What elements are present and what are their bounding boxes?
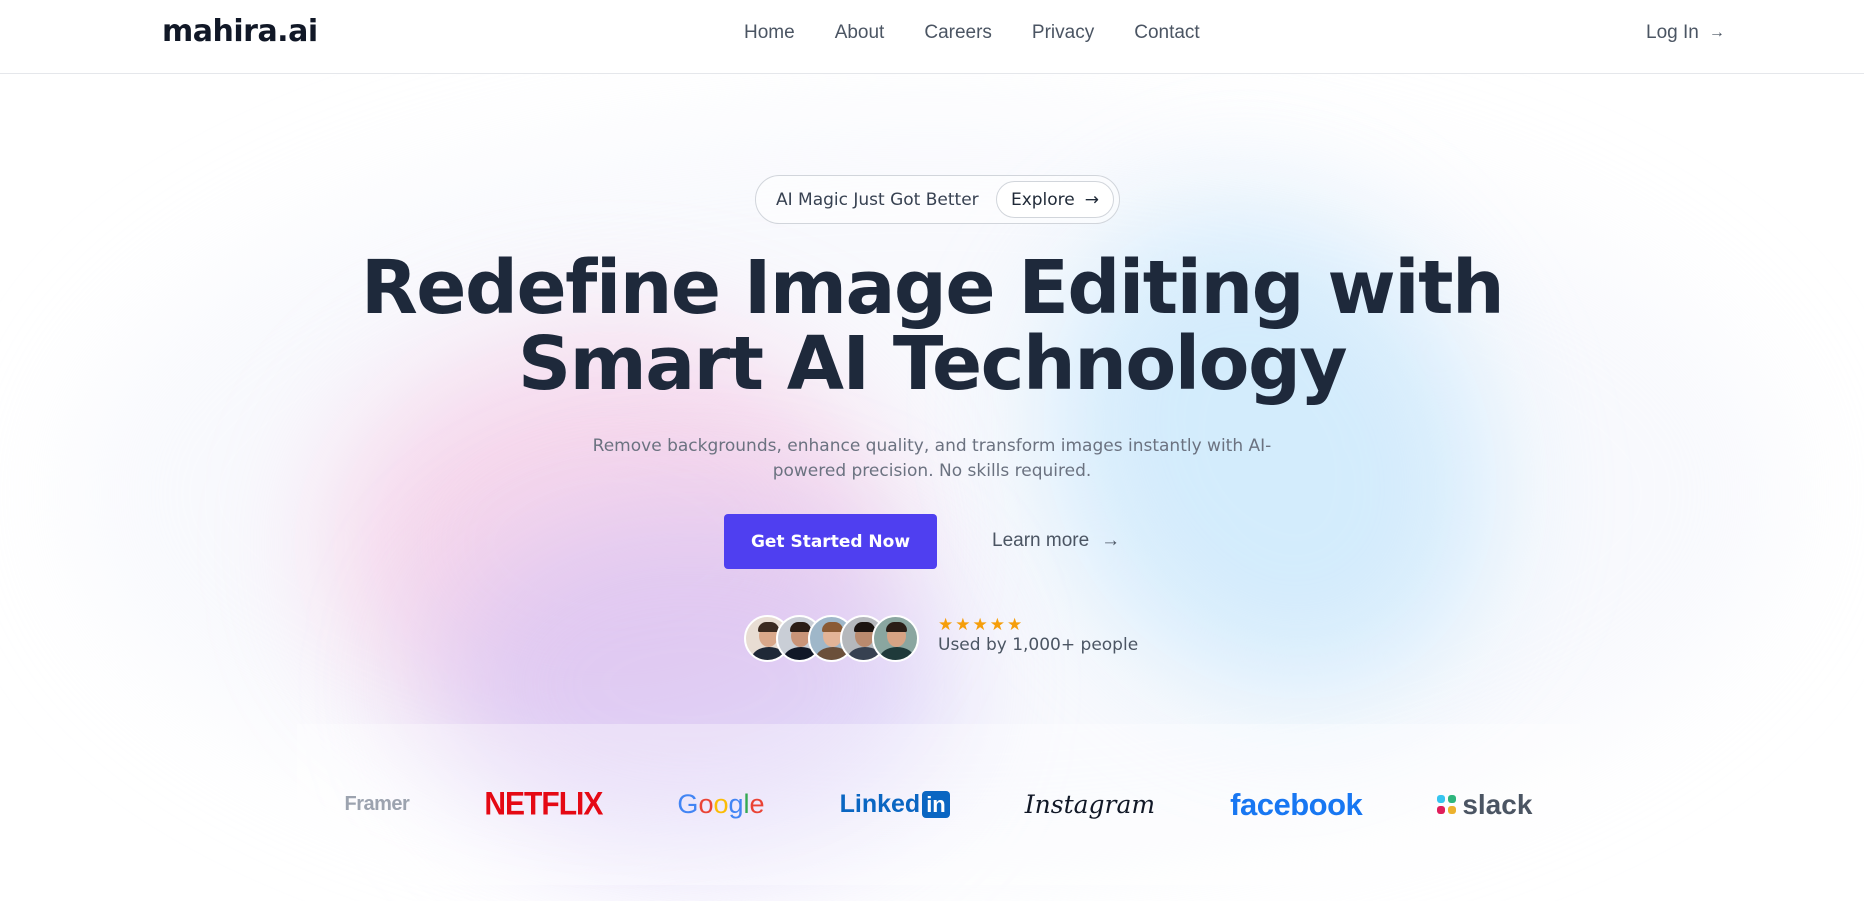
nav-contact[interactable]: Contact xyxy=(1134,22,1199,44)
learn-more-link[interactable]: Learn more → xyxy=(992,530,1120,552)
nav-privacy[interactable]: Privacy xyxy=(1032,22,1094,44)
login-button[interactable]: Log In → xyxy=(1646,22,1725,44)
instagram-logo: Instagram xyxy=(1024,790,1156,819)
get-started-button[interactable]: Get Started Now xyxy=(724,514,937,569)
linkedin-logo: Linked in xyxy=(840,790,950,819)
explore-label: Explore xyxy=(1010,189,1075,210)
facebook-logo: facebook xyxy=(1230,786,1363,822)
avatar xyxy=(872,615,919,662)
announcement-badge: AI Magic Just Got Better Explore → xyxy=(755,175,1120,224)
google-logo: Google xyxy=(677,789,765,819)
explore-button[interactable]: Explore → xyxy=(996,181,1114,218)
user-avatars xyxy=(744,615,919,662)
hero-title-line-2: Smart AI Technology xyxy=(517,321,1348,407)
arrow-right-icon: → xyxy=(1101,530,1121,551)
arrow-right-icon: → xyxy=(1084,189,1100,210)
learn-more-label: Learn more xyxy=(992,530,1090,551)
hero-subtitle: Remove backgrounds, enhance quality, and… xyxy=(592,436,1272,481)
arrow-right-icon: → xyxy=(1708,24,1725,41)
framer-logo: Framer xyxy=(344,793,410,815)
brand-logos-strip: Framer NETFLIX Google Linked in Instagram… xyxy=(297,724,1580,885)
nav-home[interactable]: Home xyxy=(744,22,795,44)
social-proof-text: Used by 1,000+ people xyxy=(938,635,1139,655)
site-logo[interactable]: mahira.ai xyxy=(162,14,318,49)
main-nav: Home About Careers Privacy Contact xyxy=(744,22,1200,44)
nav-about[interactable]: About xyxy=(835,22,885,44)
badge-text: AI Magic Just Got Better xyxy=(776,189,979,210)
hero-title: Redefine Image Editing with Smart AI Tec… xyxy=(0,250,1864,402)
slack-icon xyxy=(1437,795,1457,814)
netflix-logo: NETFLIX xyxy=(484,786,603,822)
star-rating-icon: ★★★★★ xyxy=(938,615,1025,635)
login-label: Log In xyxy=(1646,22,1699,43)
hero-title-line-1: Redefine Image Editing with xyxy=(360,245,1505,331)
social-proof: ★★★★★ Used by 1,000+ people xyxy=(938,615,1138,655)
top-navbar: mahira.ai Home About Careers Privacy Con… xyxy=(0,0,1864,74)
nav-careers[interactable]: Careers xyxy=(924,22,992,44)
slack-logo: slack xyxy=(1437,789,1532,821)
